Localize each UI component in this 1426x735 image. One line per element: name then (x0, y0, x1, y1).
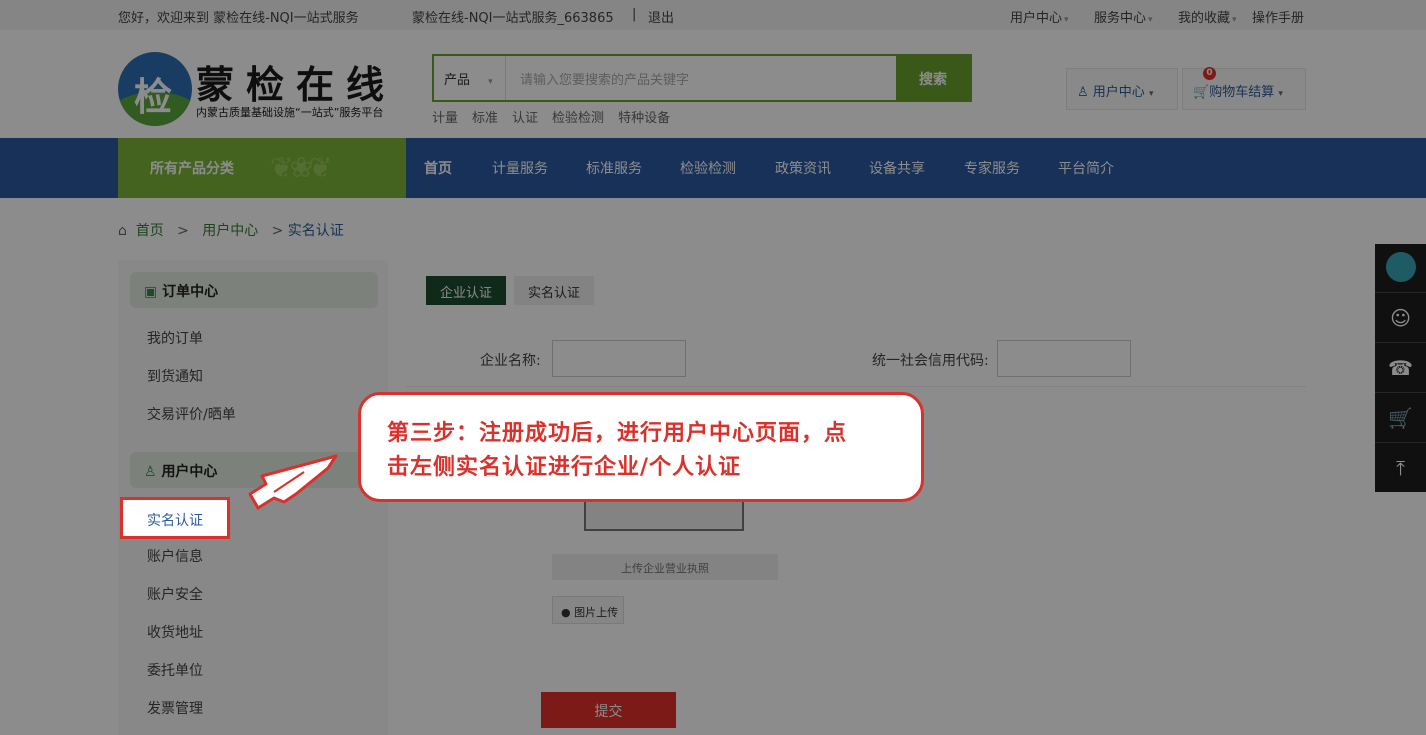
sidebar-item-real-name-verification[interactable]: 实名认证 (120, 497, 230, 539)
tutorial-callout: 第三步：注册成功后，进行用户中心页面，点 击左侧实名认证进行企业/个人认证 (358, 392, 924, 502)
pointing-hand-icon (248, 454, 338, 510)
callout-line-1: 第三步：注册成功后，进行用户中心页面，点 (387, 421, 848, 446)
tutorial-overlay (0, 0, 1426, 735)
callout-line-2: 击左侧实名认证进行企业/个人认证 (387, 455, 742, 480)
